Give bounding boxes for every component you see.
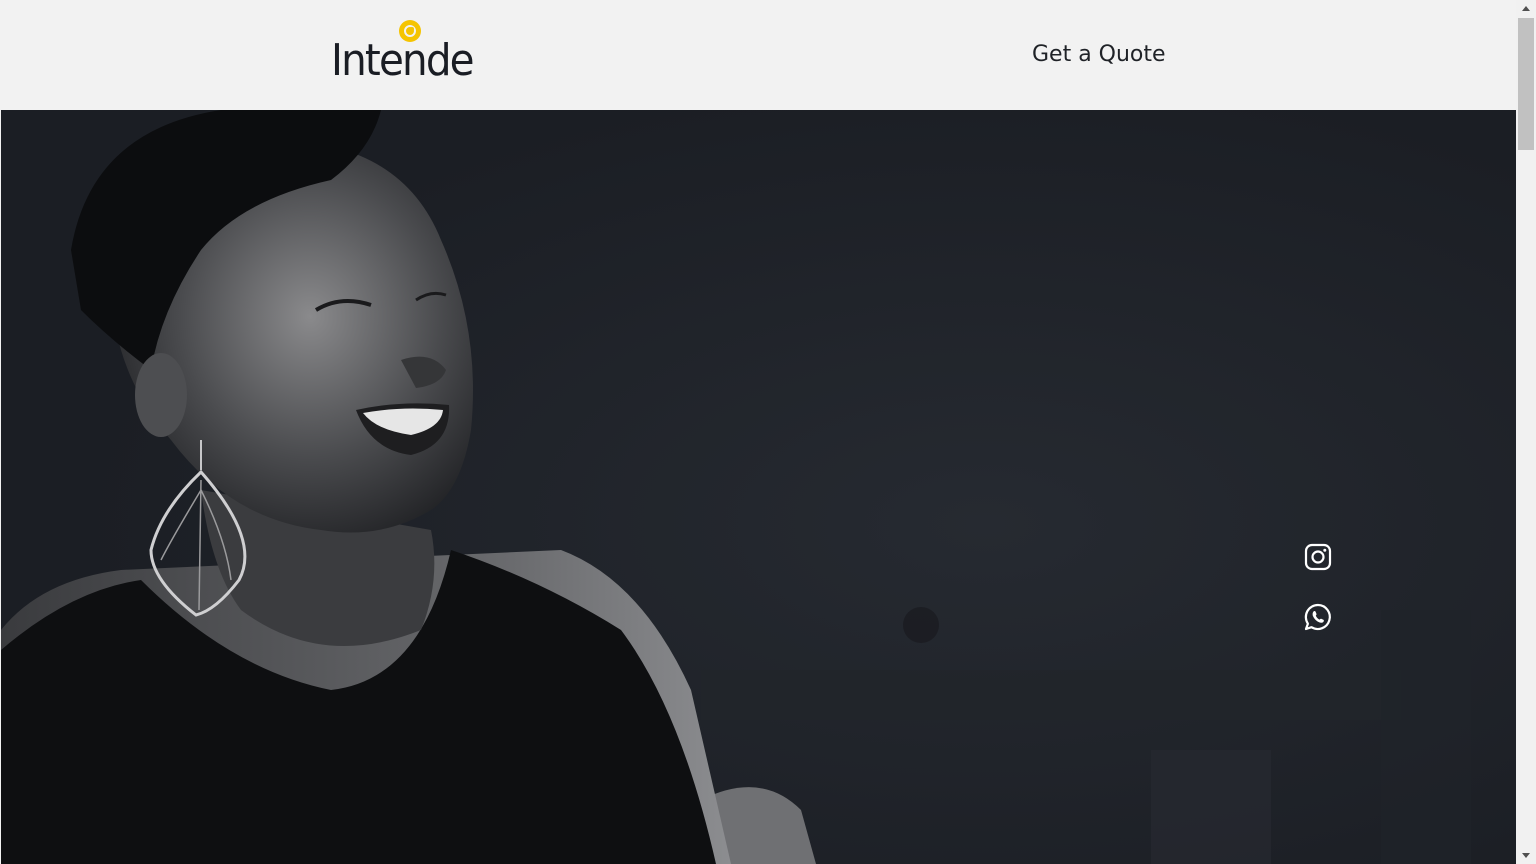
- whatsapp-link[interactable]: [1303, 602, 1333, 632]
- scroll-thumb[interactable]: [1518, 18, 1534, 150]
- scroll-up-icon[interactable]: [1522, 6, 1530, 11]
- instagram-icon: [1304, 543, 1332, 571]
- scroll-down-icon[interactable]: [1522, 853, 1530, 858]
- get-a-quote-link[interactable]: Get a Quote: [1032, 40, 1166, 70]
- page-scrollbar[interactable]: [1516, 0, 1536, 864]
- hero-section: [1, 110, 1516, 864]
- brand-name: Intende: [331, 35, 475, 86]
- whatsapp-icon: [1304, 603, 1331, 631]
- hero-photo: [1, 110, 1516, 864]
- brand-logo[interactable]: Intende: [331, 16, 475, 86]
- site-header: Intende Get a Quote: [0, 0, 1516, 110]
- instagram-link[interactable]: [1303, 542, 1333, 572]
